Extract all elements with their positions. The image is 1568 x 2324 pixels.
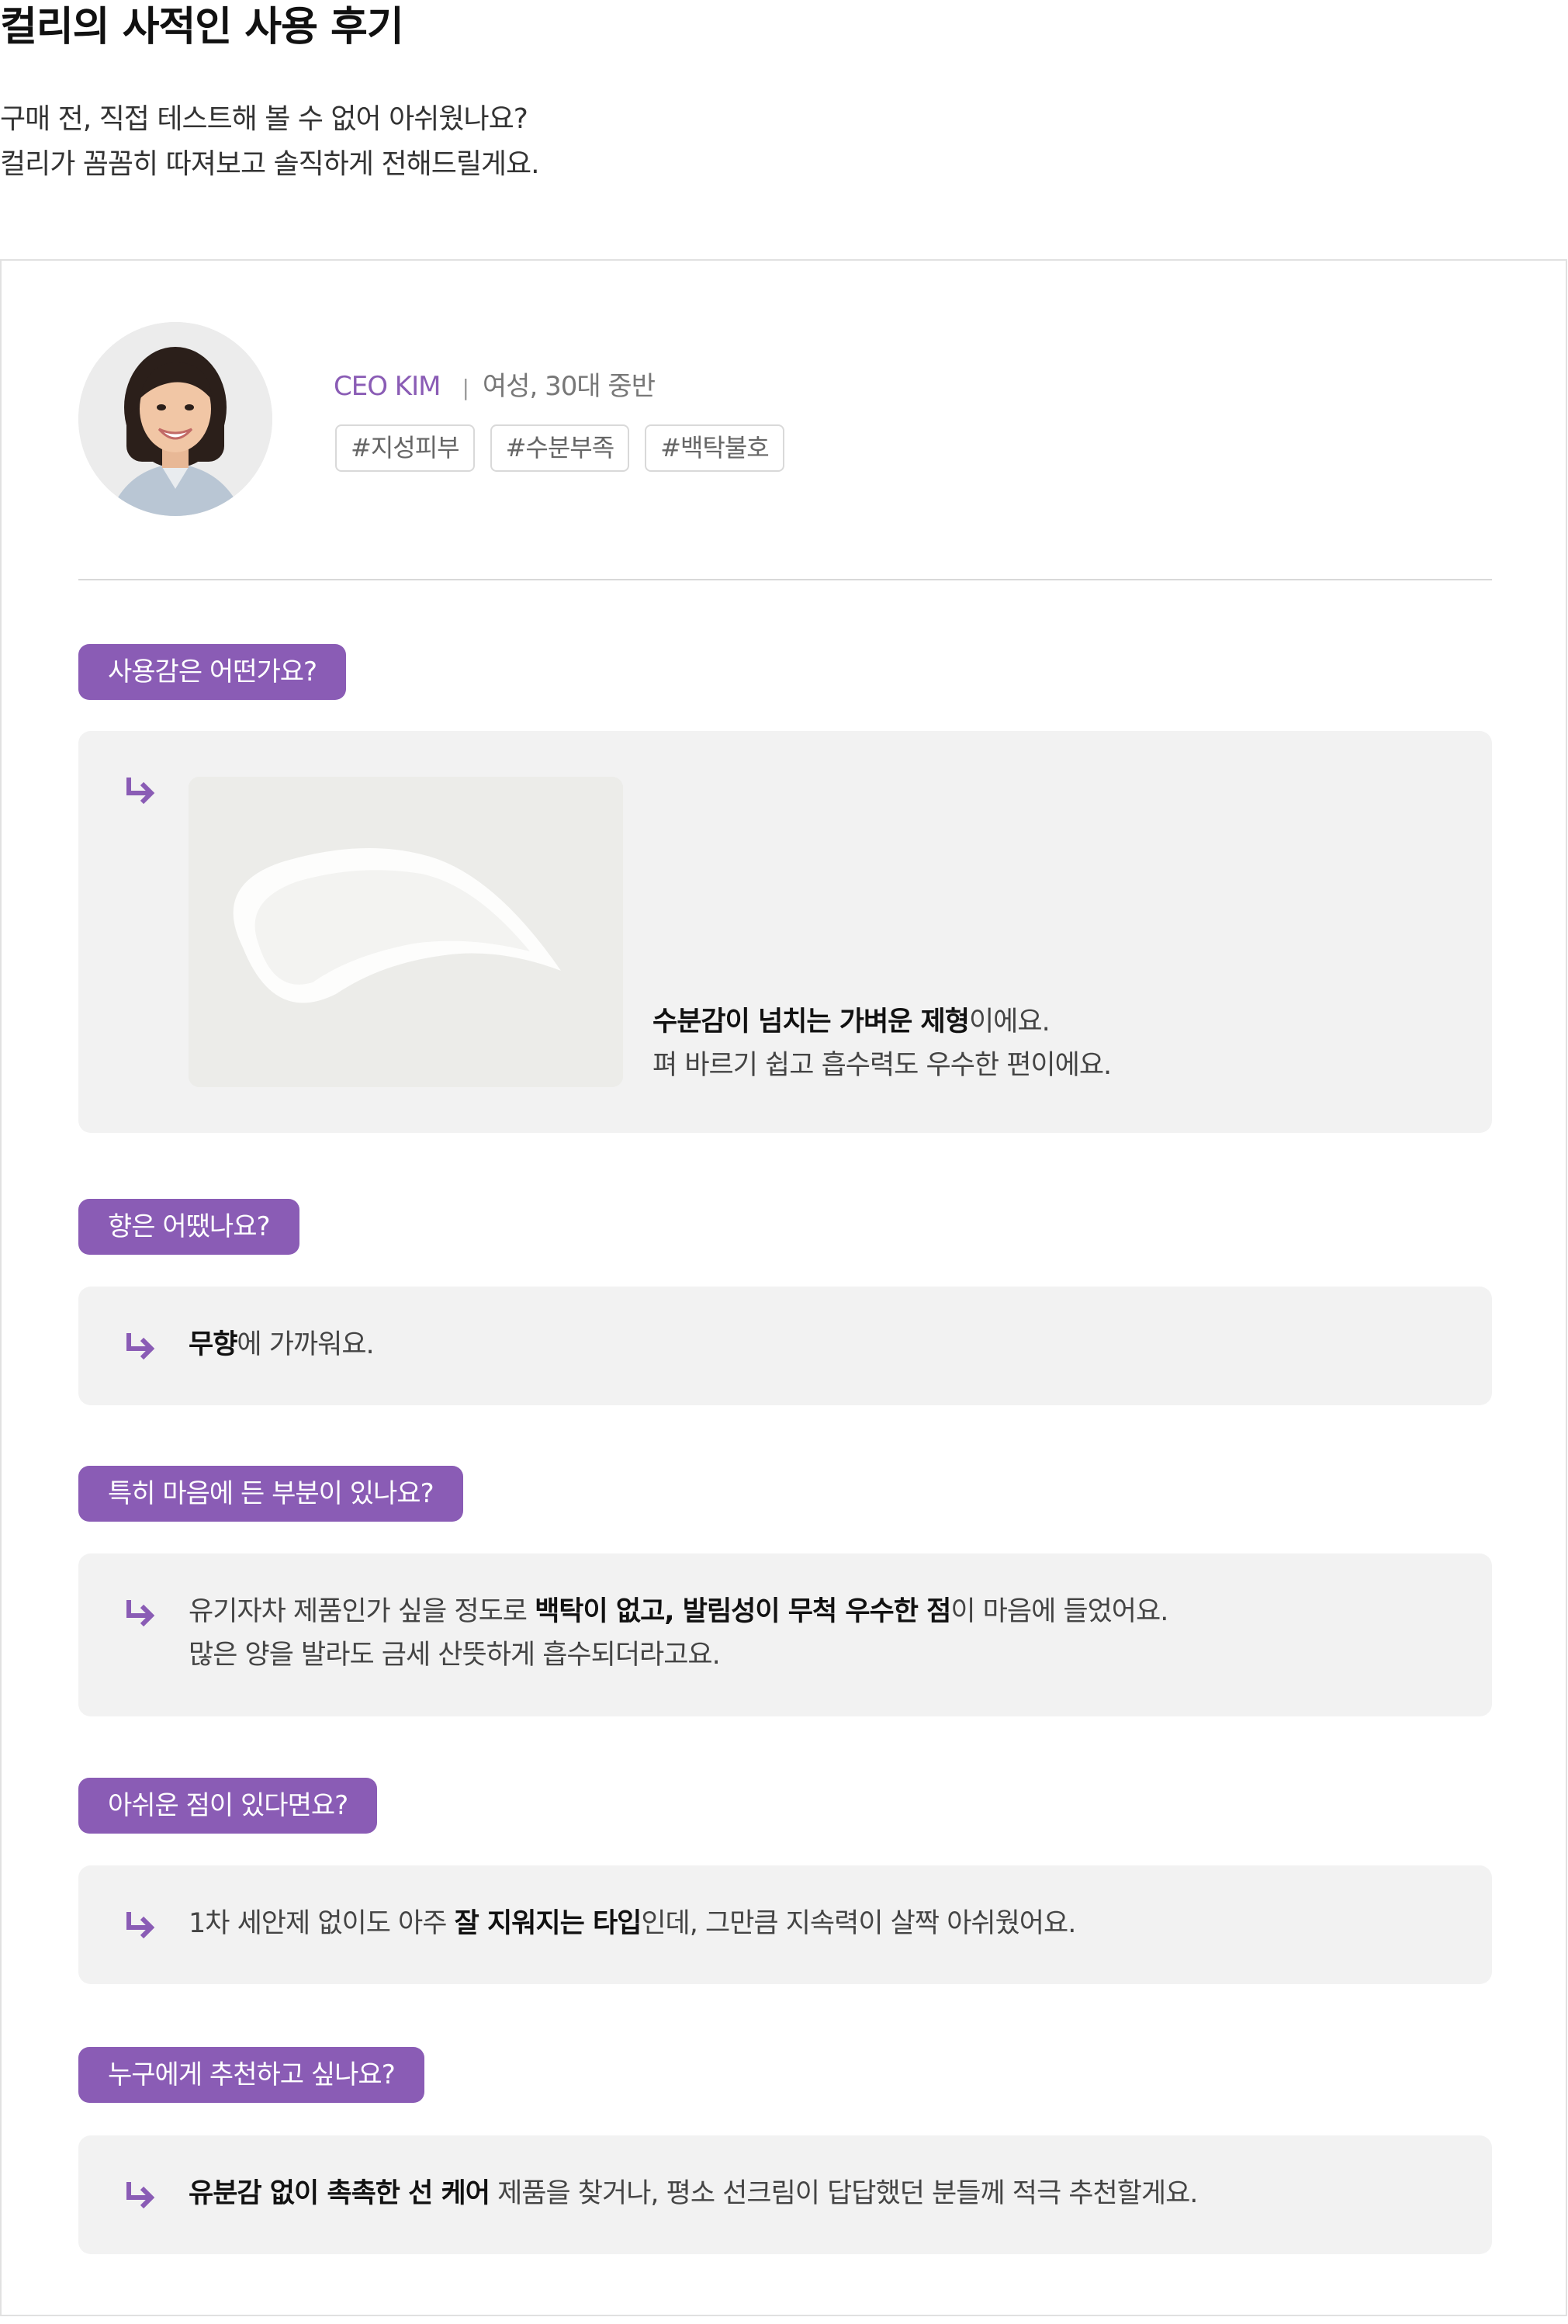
question-badge: 누구에게 추천하고 싶나요?	[78, 2047, 424, 2103]
intro-text: 구매 전, 직접 테스트해 볼 수 없어 아쉬웠나요? 컬리가 꼼꼼히 따져보고…	[0, 97, 540, 187]
highlight-text: 무향	[189, 1329, 237, 1360]
arrow-return-right-icon	[126, 1912, 155, 1939]
skin-tag: #수분부족	[490, 424, 630, 472]
intro-line: 구매 전, 직접 테스트해 볼 수 없어 아쉬웠나요?	[0, 103, 528, 135]
review-card: CEO KIM | 여성, 30대 중반 #지성피부 #수분부족 #백탁불호 사용감…	[0, 259, 1567, 2316]
highlight-text: 백탁이 없고, 발림성이 무척 우수한 점	[535, 1596, 951, 1627]
answer-line: 제품을 찾거나, 평소 선크림이 답답했던 분들께 적극 추천할게요.	[489, 2178, 1198, 2209]
question-badge: 사용감은 어떤가요?	[78, 644, 347, 700]
product-texture-image	[189, 777, 623, 1087]
answer-text: 무향에 가까워요.	[189, 1323, 375, 1366]
highlight-text: 수분감이 넘치는 가벼운 제형	[652, 1006, 970, 1037]
answer-line: 에 가까워요.	[237, 1329, 374, 1360]
highlight-text: 잘 지워지는 타입	[454, 1908, 642, 1939]
answer-line: 이 마음에 들었어요.	[950, 1596, 1168, 1627]
answer-line: 1차 세안제 없이도 아주	[189, 1908, 455, 1939]
arrow-return-right-icon	[126, 2182, 155, 2209]
reviewer-meta: 여성, 30대 중반	[482, 371, 656, 402]
reviewer-info: CEO KIM | 여성, 30대 중반	[334, 365, 656, 403]
answer-text: 수분감이 넘치는 가벼운 제형이에요. 펴 바르기 쉽고 흡수력도 우수한 편이…	[652, 1000, 1112, 1087]
reviewer-separator: |	[462, 375, 469, 400]
question-badge: 향은 어땠나요?	[78, 1199, 299, 1255]
answer-box: 유기자차 제품인가 싶을 정도로 백탁이 없고, 발림성이 무척 우수한 점이 …	[78, 1553, 1492, 1716]
avatar	[78, 322, 272, 516]
answer-box: 수분감이 넘치는 가벼운 제형이에요. 펴 바르기 쉽고 흡수력도 우수한 편이…	[78, 731, 1492, 1133]
arrow-return-right-icon	[126, 778, 155, 805]
tag-list: #지성피부 #수분부족 #백탁불호	[335, 424, 784, 472]
answer-text: 유분감 없이 촉촉한 선 케어 제품을 찾거나, 평소 선크림이 답답했던 분들…	[189, 2172, 1198, 2215]
highlight-text: 유분감 없이 촉촉한 선 케어	[189, 2178, 490, 2209]
skin-tag: #백탁불호	[645, 424, 784, 472]
question-badge: 특히 마음에 든 부분이 있나요?	[78, 1466, 463, 1522]
answer-text: 1차 세안제 없이도 아주 잘 지워지는 타입인데, 그만큼 지속력이 살짝 아…	[189, 1902, 1076, 1945]
answer-box: 유분감 없이 촉촉한 선 케어 제품을 찾거나, 평소 선크림이 답답했던 분들…	[78, 2135, 1492, 2254]
arrow-return-right-icon	[126, 1600, 155, 1627]
page-title: 컬리의 사적인 사용 후기	[0, 4, 404, 50]
answer-line: 많은 양을 발라도 금세 산뜻하게 흡수되더라고요.	[189, 1640, 721, 1671]
reviewer-name: CEO KIM	[334, 371, 441, 402]
arrow-return-right-icon	[126, 1333, 155, 1360]
answer-line: 펴 바르기 쉽고 흡수력도 우수한 편이에요.	[652, 1050, 1112, 1081]
answer-line: 이에요.	[968, 1006, 1051, 1037]
answer-line: 인데, 그만큼 지속력이 살짝 아쉬웠어요.	[641, 1908, 1076, 1939]
answer-text: 유기자차 제품인가 싶을 정도로 백탁이 없고, 발림성이 무척 우수한 점이 …	[189, 1590, 1168, 1677]
skin-tag: #지성피부	[335, 424, 475, 472]
divider	[78, 579, 1492, 580]
answer-box: 1차 세안제 없이도 아주 잘 지워지는 타입인데, 그만큼 지속력이 살짝 아…	[78, 1865, 1492, 1984]
answer-line: 유기자차 제품인가 싶을 정도로	[189, 1596, 535, 1627]
intro-line: 컬리가 꼼꼼히 따져보고 솔직하게 전해드릴게요.	[0, 148, 540, 180]
answer-box: 무향에 가까워요.	[78, 1287, 1492, 1405]
question-badge: 아쉬운 점이 있다면요?	[78, 1778, 378, 1834]
